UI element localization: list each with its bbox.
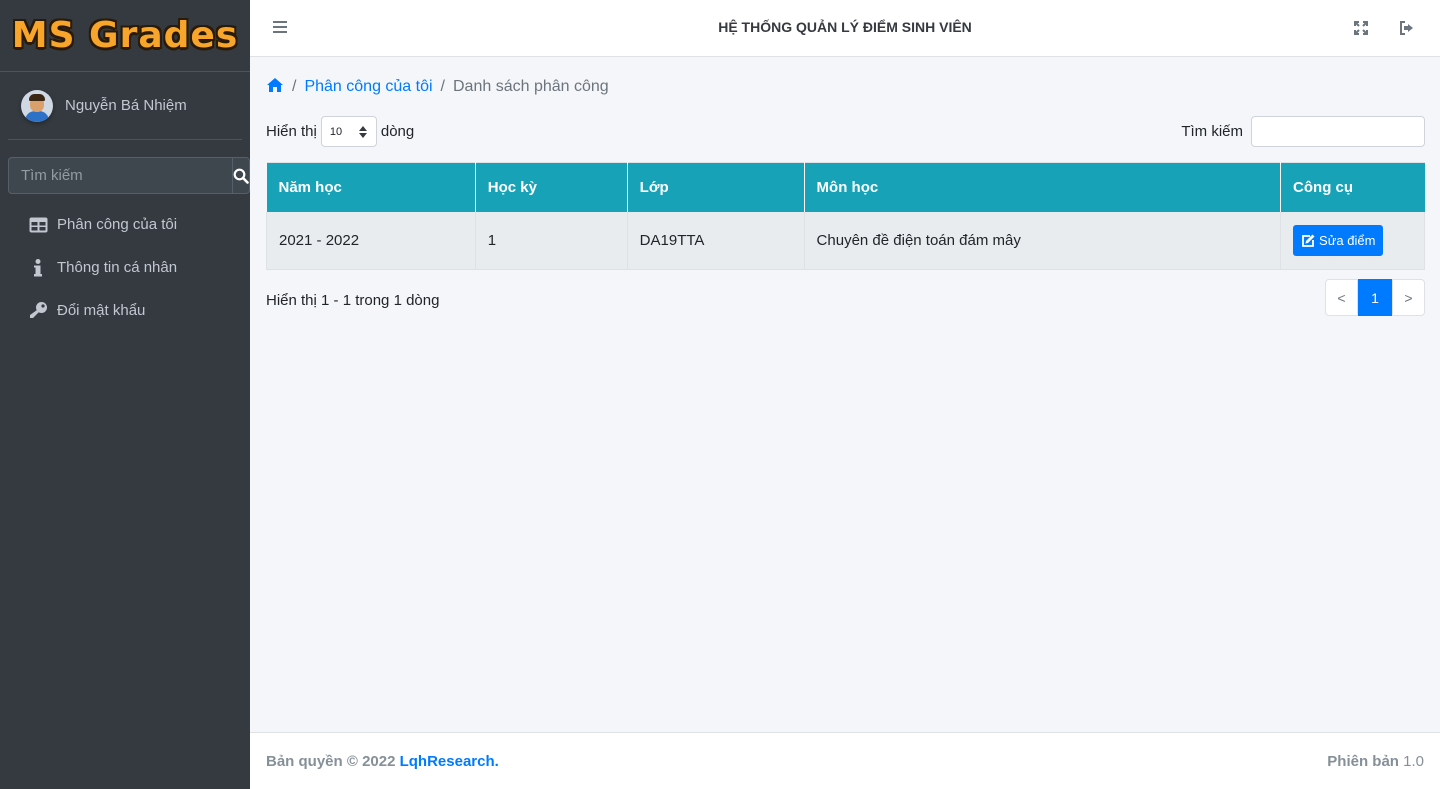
sidebar-item-change-password[interactable]: Đổi mật khẩu bbox=[0, 289, 250, 332]
page-title: HỆ THỐNG QUẢN LÝ ĐIỂM SINH VIÊN bbox=[718, 19, 972, 35]
table-search-control: Tìm kiếm bbox=[1181, 116, 1425, 147]
sidebar-item-my-assignments[interactable]: Phân công của tôi bbox=[0, 203, 250, 246]
show-label: Hiển thị bbox=[266, 123, 317, 140]
pagination-next[interactable]: > bbox=[1392, 279, 1425, 316]
breadcrumb: / Phân công của tôi / Danh sách phân côn… bbox=[266, 76, 609, 98]
home-icon bbox=[267, 77, 283, 92]
cell-year: 2021 - 2022 bbox=[266, 211, 476, 270]
edit-grades-label: Sửa điểm bbox=[1319, 232, 1376, 248]
user-panel[interactable]: Nguyễn Bá Nhiệm bbox=[8, 72, 242, 140]
brand-logo[interactable]: MS Grades bbox=[0, 0, 250, 72]
cell-class: DA19TTA bbox=[626, 211, 805, 270]
breadcrumb-current: Danh sách phân công bbox=[453, 78, 609, 95]
brand-title: MS Grades bbox=[11, 15, 239, 56]
table-search-input[interactable] bbox=[1251, 116, 1425, 147]
footer-version: Phiên bản 1.0 bbox=[1327, 753, 1424, 770]
fullscreen-button[interactable] bbox=[1352, 19, 1370, 37]
cell-subject: Chuyên đề điện toán đám mây bbox=[803, 211, 1282, 270]
sidebar-search-button[interactable] bbox=[232, 157, 250, 194]
menu-toggle-button[interactable] bbox=[272, 19, 290, 37]
column-header-year[interactable]: Năm học bbox=[266, 162, 476, 212]
sidebar-nav: Phân công của tôi Thông tin cá nhân Đổi … bbox=[0, 203, 250, 332]
table-search-label: Tìm kiếm bbox=[1181, 123, 1243, 140]
logout-button[interactable] bbox=[1398, 19, 1416, 37]
sidebar-item-label: Phân công của tôi bbox=[57, 216, 178, 233]
table-length-control: Hiển thị 10 dòng bbox=[266, 116, 414, 147]
user-name[interactable]: Nguyễn Bá Nhiệm bbox=[65, 97, 187, 114]
column-header-tools: Công cụ bbox=[1280, 162, 1425, 212]
table-row: 2021 - 2022 1 DA19TTA Chuyên đề điện toá… bbox=[266, 211, 1425, 270]
breadcrumb-separator: / bbox=[292, 78, 297, 95]
cell-semester: 1 bbox=[474, 211, 628, 270]
breadcrumb-my-assignments[interactable]: Phân công của tôi bbox=[304, 78, 432, 96]
breadcrumb-separator: / bbox=[440, 78, 445, 95]
main-header: HỆ THỐNG QUẢN LÝ ĐIỂM SINH VIÊN bbox=[250, 0, 1440, 57]
avatar bbox=[21, 89, 53, 122]
breadcrumb-home[interactable] bbox=[266, 77, 284, 98]
info-icon bbox=[28, 258, 48, 278]
edit-grades-button[interactable]: Sửa điểm bbox=[1293, 224, 1384, 256]
sign-out-icon bbox=[1400, 21, 1413, 35]
edit-icon bbox=[1302, 234, 1315, 247]
cell-tools: Sửa điểm bbox=[1280, 211, 1425, 270]
sort-arrows-icon bbox=[358, 126, 367, 138]
pagination-page-1[interactable]: 1 bbox=[1358, 279, 1392, 316]
pagination: < 1 > bbox=[1325, 279, 1425, 316]
search-icon bbox=[233, 168, 249, 184]
version-label: Phiên bản bbox=[1327, 752, 1399, 770]
pagination-prev[interactable]: < bbox=[1325, 279, 1358, 316]
copyright-text: Bản quyền © 2022 bbox=[266, 752, 396, 770]
footer: Bản quyền © 2022 LqhResearch. Phiên bản … bbox=[250, 732, 1440, 789]
sidebar-search-input[interactable] bbox=[8, 157, 232, 194]
page-length-value: 10 bbox=[329, 125, 343, 138]
table-icon bbox=[28, 215, 48, 235]
column-header-semester[interactable]: Học kỳ bbox=[475, 162, 628, 212]
sidebar-search bbox=[8, 157, 250, 194]
page-length-select[interactable]: 10 bbox=[320, 116, 377, 147]
version-number: 1.0 bbox=[1403, 752, 1424, 770]
footer-copyright: Bản quyền © 2022 LqhResearch. bbox=[266, 753, 499, 770]
key-icon bbox=[28, 301, 48, 321]
sidebar-item-label: Thông tin cá nhân bbox=[57, 259, 178, 276]
assignments-table: Năm học Học kỳ Lớp Môn học Công cụ 2021 … bbox=[266, 162, 1425, 270]
column-header-class[interactable]: Lớp bbox=[627, 162, 805, 212]
sidebar-item-label: Đổi mật khẩu bbox=[57, 302, 146, 319]
table-info: Hiển thị 1 - 1 trong 1 dòng bbox=[266, 292, 440, 309]
column-header-subject[interactable]: Môn học bbox=[804, 162, 1282, 212]
rows-label: dòng bbox=[380, 123, 415, 140]
table-header-row: Năm học Học kỳ Lớp Môn học Công cụ bbox=[266, 162, 1425, 212]
expand-icon bbox=[1354, 21, 1368, 35]
company-link[interactable]: LqhResearch. bbox=[400, 753, 499, 770]
sidebar: MS Grades Nguyễn Bá Nhiệm Tìm kiếm Phân … bbox=[0, 0, 250, 789]
hamburger-icon bbox=[273, 21, 287, 33]
sidebar-item-profile[interactable]: Thông tin cá nhân bbox=[0, 246, 250, 289]
